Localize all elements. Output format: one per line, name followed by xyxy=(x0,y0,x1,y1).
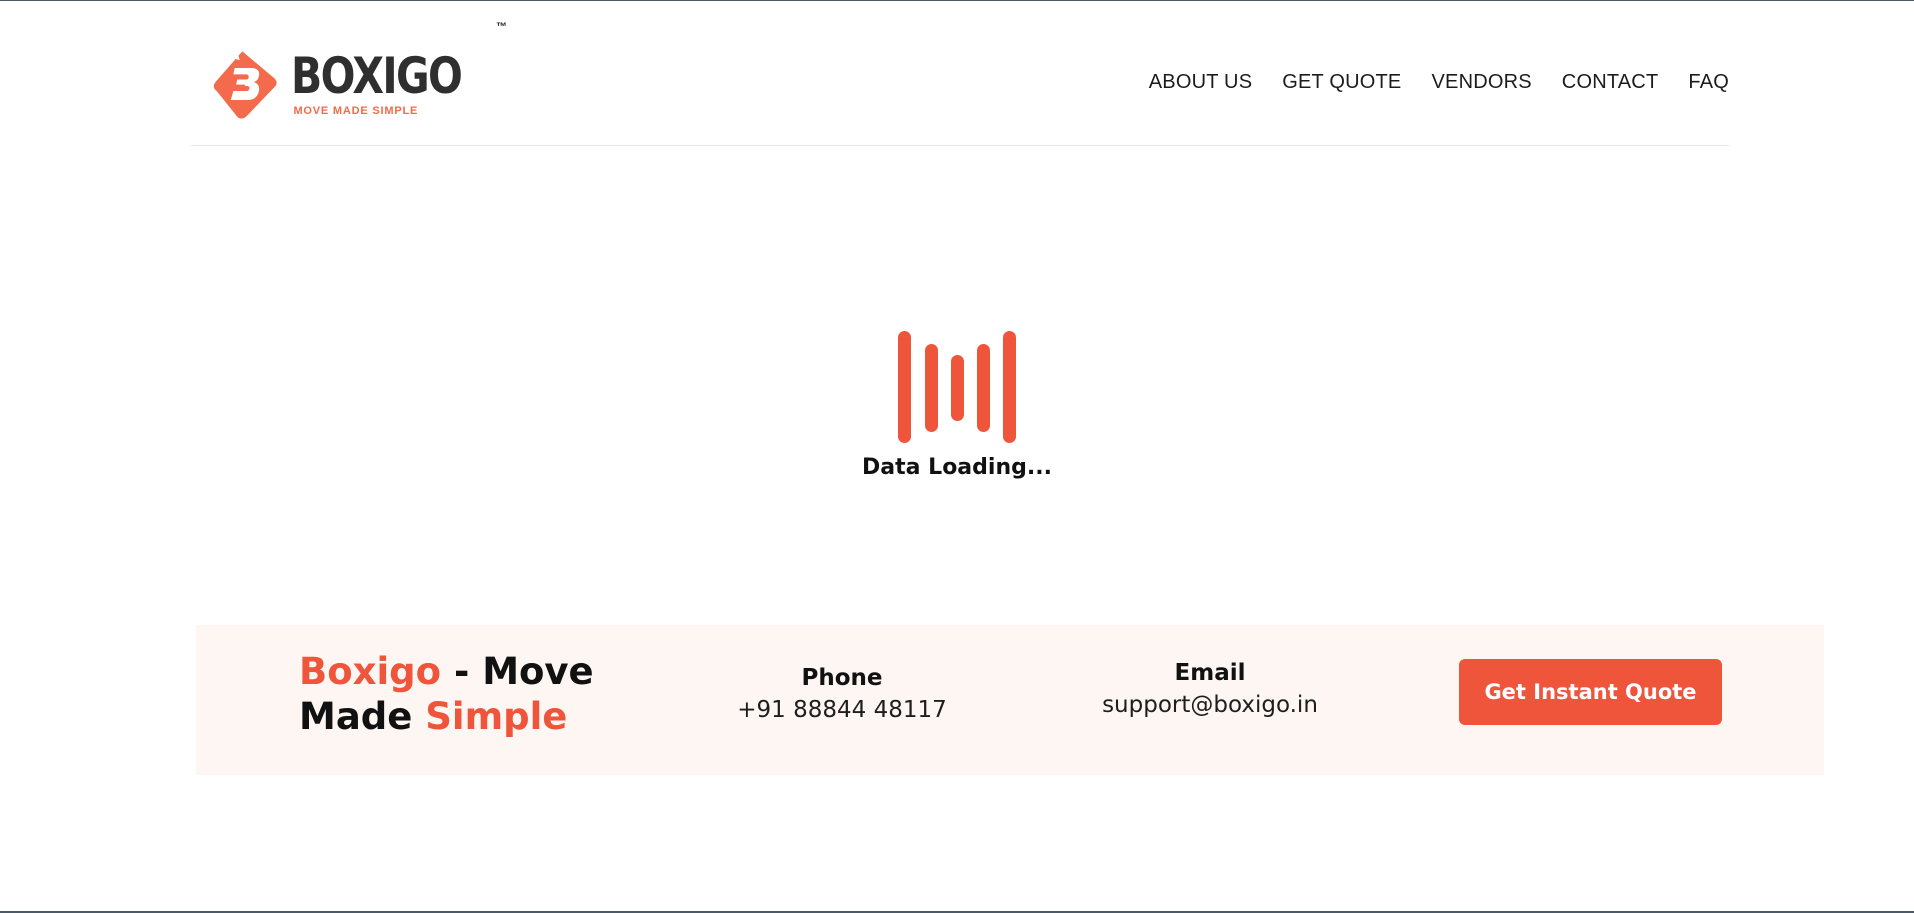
loading-bar xyxy=(977,344,990,432)
loading-bar xyxy=(898,331,911,443)
email-label: Email xyxy=(1174,660,1246,686)
nav-faq[interactable]: FAQ xyxy=(1688,71,1729,94)
boxigo-logo[interactable]: ™ BOXIGO MOVE MADE SIMPLE xyxy=(209,21,507,141)
loading-text: Data Loading... xyxy=(862,455,1052,480)
get-instant-quote-button[interactable]: Get Instant Quote xyxy=(1459,659,1722,725)
site-header: ™ BOXIGO MOVE MADE SIMPLE ABOUT US GET Q… xyxy=(191,1,1729,146)
data-loader: Data Loading... xyxy=(0,329,1914,480)
brand-word: - Move xyxy=(441,650,594,693)
nav-vendors[interactable]: VENDORS xyxy=(1431,71,1531,94)
nav-about-us[interactable]: ABOUT US xyxy=(1149,71,1252,94)
email-value[interactable]: support@boxigo.in xyxy=(1060,692,1360,718)
loading-bars-icon xyxy=(896,329,1018,445)
email-block: Email support@boxigo.in xyxy=(1060,660,1360,718)
boxigo-b-mark-icon xyxy=(213,50,277,119)
phone-label: Phone xyxy=(801,665,883,691)
phone-block: Phone +91 88844 48117 xyxy=(722,665,962,723)
nav-contact[interactable]: CONTACT xyxy=(1562,71,1659,94)
page: ™ BOXIGO MOVE MADE SIMPLE ABOUT US GET Q… xyxy=(0,0,1914,913)
main-nav: ABOUT US GET QUOTE VENDORS CONTACT FAQ xyxy=(1149,71,1729,94)
brand-slogan: Boxigo - Move Made Simple xyxy=(299,649,599,739)
loading-bar xyxy=(925,344,938,432)
logo-tagline: MOVE MADE SIMPLE xyxy=(293,104,419,117)
logo-trademark: ™ xyxy=(496,20,507,33)
loading-bar xyxy=(1003,331,1016,443)
brand-word: Made xyxy=(299,695,426,738)
logo-wordmark: ™ BOXIGO MOVE MADE SIMPLE xyxy=(291,21,507,117)
nav-get-quote[interactable]: GET QUOTE xyxy=(1282,71,1401,94)
contact-band: Boxigo - Move Made Simple Phone +91 8884… xyxy=(196,625,1824,775)
loading-bar xyxy=(951,355,964,421)
brand-word: Simple xyxy=(425,695,568,738)
phone-value[interactable]: +91 88844 48117 xyxy=(722,697,962,723)
brand-word: Boxigo xyxy=(299,650,442,693)
logo-name: BOXIGO xyxy=(291,46,463,105)
